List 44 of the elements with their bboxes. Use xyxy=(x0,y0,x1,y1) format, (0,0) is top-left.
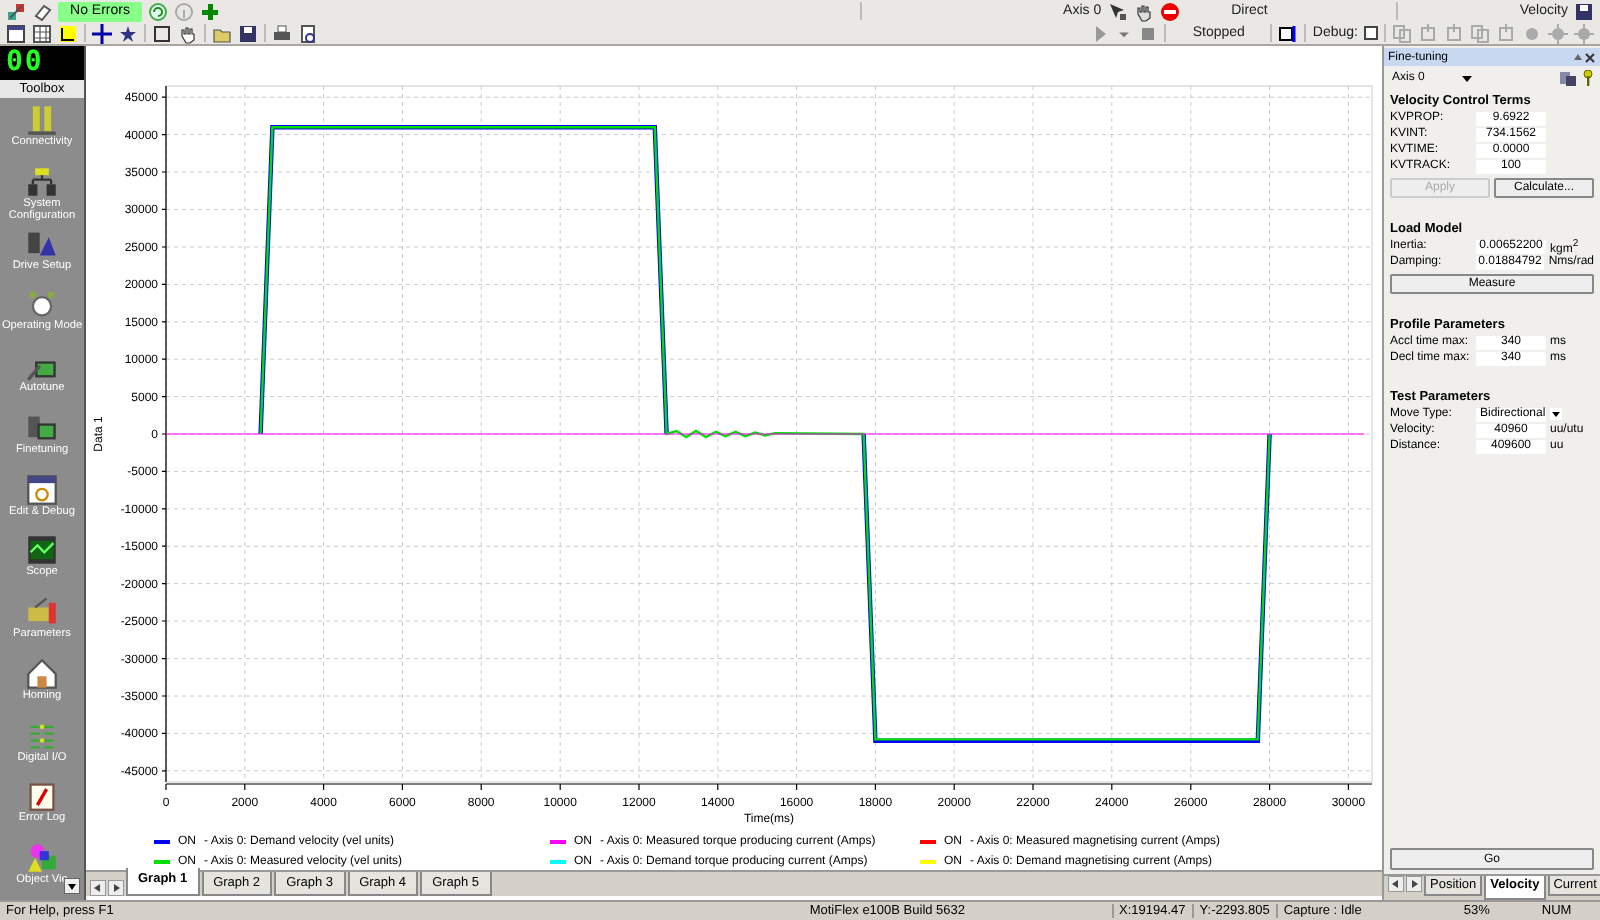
hand-icon[interactable] xyxy=(178,23,198,43)
copy-icon[interactable] xyxy=(1560,70,1576,86)
caret-icon xyxy=(1462,73,1472,83)
save-icon[interactable] xyxy=(238,23,258,43)
clipboard-icon xyxy=(26,780,58,813)
digit-display: 00 xyxy=(0,46,84,80)
scroll-left-button[interactable] xyxy=(90,880,106,896)
save-icon[interactable] xyxy=(1574,1,1594,21)
network-icon xyxy=(26,165,58,198)
dot-icon[interactable] xyxy=(1522,23,1542,43)
drive-icon xyxy=(26,227,58,259)
scroll-right-button[interactable] xyxy=(108,880,124,896)
eraser-icon[interactable] xyxy=(32,1,52,21)
preview-icon[interactable] xyxy=(298,23,318,43)
capture-icon[interactable] xyxy=(1278,23,1299,43)
scroll-left-button[interactable] xyxy=(1388,876,1404,892)
printer-icon[interactable] xyxy=(272,23,292,43)
crosshair-icon[interactable] xyxy=(92,23,112,43)
scroll-right-button[interactable] xyxy=(1406,876,1422,892)
window-icon xyxy=(26,473,58,505)
window-icon[interactable] xyxy=(6,23,26,43)
chart-icon[interactable] xyxy=(58,23,78,43)
refresh-icon[interactable] xyxy=(148,1,168,21)
stop-square-icon[interactable] xyxy=(1138,23,1159,43)
hand-stop-icon[interactable] xyxy=(1133,1,1154,21)
io-lines-icon xyxy=(26,719,58,751)
pin-icon[interactable] xyxy=(1572,51,1584,63)
plus-icon[interactable] xyxy=(200,1,220,21)
dropdown-button[interactable] xyxy=(64,878,80,894)
close-icon[interactable] xyxy=(1584,51,1596,63)
debug-checkbox[interactable] xyxy=(1364,26,1378,40)
stop-icon[interactable] xyxy=(1159,1,1180,21)
star-icon[interactable] xyxy=(118,23,138,43)
shapes-icon xyxy=(26,842,58,874)
house-icon xyxy=(26,657,58,690)
key-icon[interactable] xyxy=(1582,70,1594,86)
connector-icon xyxy=(26,104,58,136)
caret-icon[interactable] xyxy=(1550,408,1562,420)
oscilloscope-icon xyxy=(26,534,58,567)
dial-icon xyxy=(26,288,58,321)
cursor-icon[interactable] xyxy=(1107,1,1128,21)
monitor-icon xyxy=(26,411,58,444)
frame-icon[interactable] xyxy=(152,23,172,43)
grid-icon[interactable] xyxy=(32,23,52,43)
